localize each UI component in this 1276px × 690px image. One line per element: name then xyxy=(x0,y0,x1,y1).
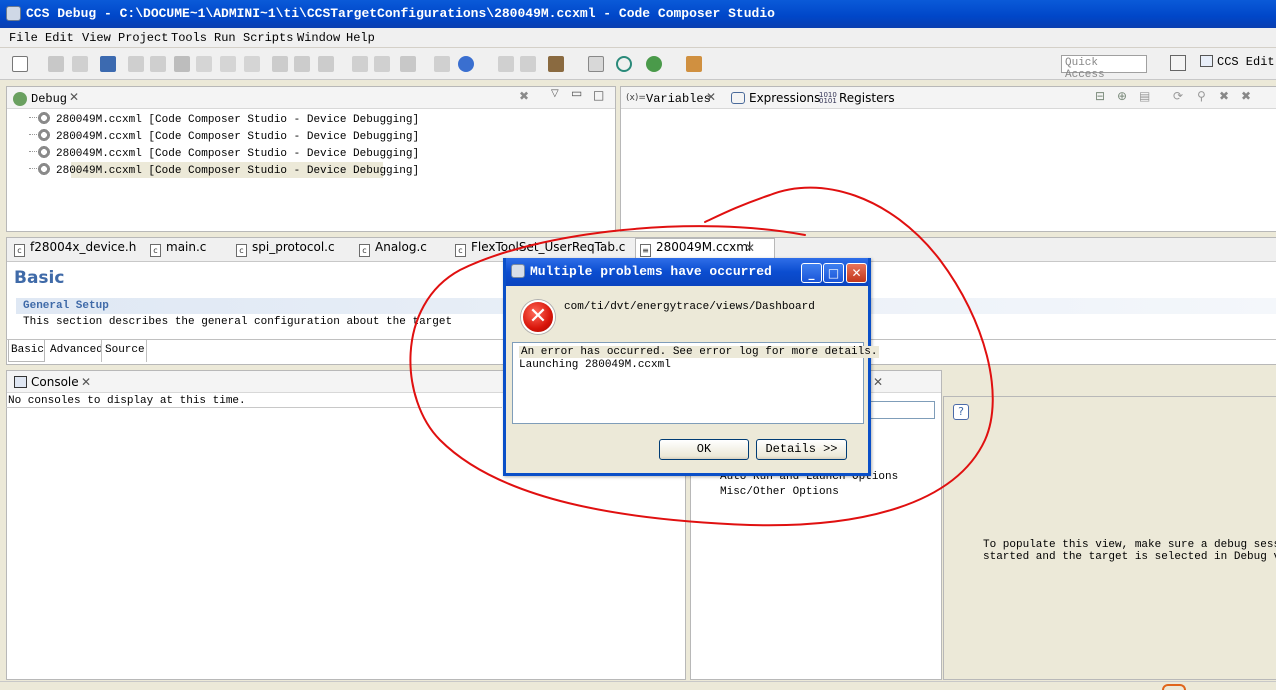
annotation-circle xyxy=(409,186,994,527)
annotation-overlay xyxy=(409,186,994,527)
